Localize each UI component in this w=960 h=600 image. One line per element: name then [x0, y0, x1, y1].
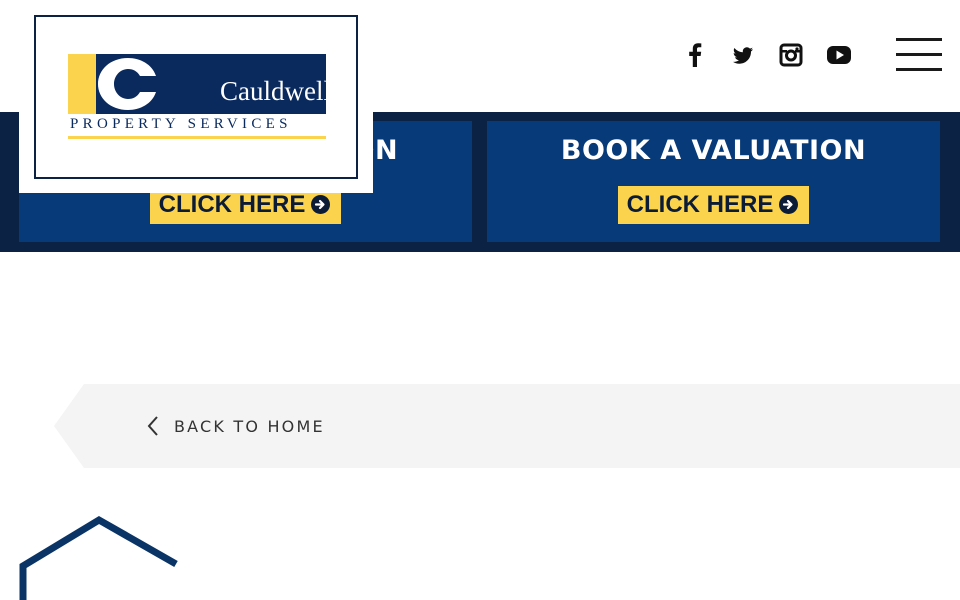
back-to-home-link[interactable]: BACK TO HOME	[146, 412, 325, 440]
button-label: CLICK HERE	[158, 191, 306, 218]
youtube-icon[interactable]	[824, 40, 854, 70]
instagram-icon[interactable]	[776, 40, 806, 70]
back-to-home-label: BACK TO HOME	[174, 416, 325, 436]
click-here-button[interactable]: CLICK HERE	[617, 186, 810, 224]
button-label: CLICK HERE	[626, 191, 774, 218]
arrow-right-circle-icon	[311, 195, 331, 214]
twitter-icon[interactable]	[728, 40, 758, 70]
logo-c-mark	[98, 58, 156, 110]
house-outline-icon	[19, 515, 178, 600]
cta-title: BOOK A VALUATION	[560, 135, 867, 166]
site-logo[interactable]: Cauldwell PROPERTY SERVICES	[34, 15, 358, 179]
menu-line	[896, 53, 942, 56]
arrow-right-circle-icon	[779, 195, 799, 214]
cta-box-right: BOOK A VALUATION CLICK HERE	[487, 121, 940, 242]
logo-underline	[68, 136, 326, 139]
social-links	[680, 40, 872, 70]
facebook-icon[interactable]	[680, 40, 710, 70]
logo-brand-text: Cauldwell	[220, 76, 331, 106]
logo-mark: Cauldwell	[68, 54, 331, 114]
menu-line	[896, 68, 942, 71]
menu-line	[896, 38, 942, 41]
logo-card: Cauldwell PROPERTY SERVICES	[19, 0, 373, 193]
hamburger-menu-icon[interactable]	[896, 38, 942, 72]
chevron-left-icon	[147, 416, 158, 436]
logo-subtitle: PROPERTY SERVICES	[70, 116, 292, 132]
